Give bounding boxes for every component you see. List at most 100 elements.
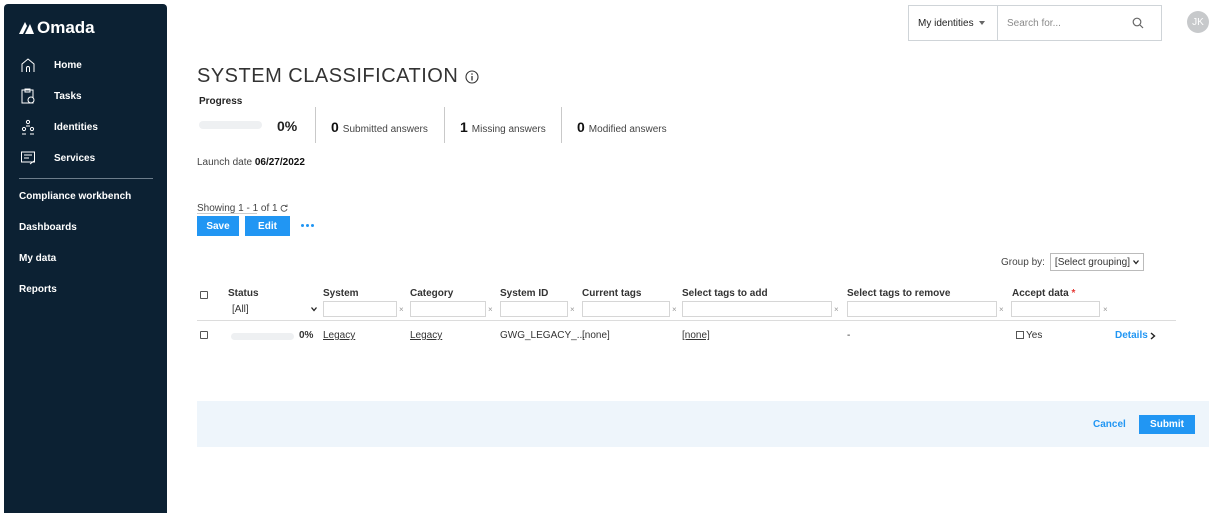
caret-down-icon [978,21,985,25]
omada-logo-icon [19,22,34,34]
column-header-accept-data[interactable]: Accept data * [1012,288,1075,299]
sidebar-link-dashboards[interactable]: Dashboards [19,222,77,233]
tasks-icon [21,88,35,104]
group-by-value: [Select grouping] [1054,256,1130,268]
current-tags-value: [none] [582,330,610,341]
stat-label: Submitted answers [342,124,428,135]
chevron-down-icon [311,307,317,312]
accept-data-yes-label: Yes [1026,330,1043,341]
stat-divider [561,107,562,143]
column-header-status[interactable]: Status [228,288,259,299]
tags-to-add-filter-clear-icon[interactable]: × [834,305,839,314]
brand-name: Omada [37,18,95,37]
tags-to-remove-value: - [847,330,851,341]
stat-divider [444,107,445,143]
launch-date: Launch date 06/27/2022 [197,157,305,168]
stat-count: 0 [577,119,585,135]
column-header-system[interactable]: System [323,288,359,299]
action-footer [197,401,1209,447]
info-icon[interactable] [465,69,479,84]
current-tags-filter-input[interactable] [582,301,670,317]
chevron-right-icon [1150,331,1156,340]
launch-date-value: 06/27/2022 [254,157,305,168]
accept-data-filter-input[interactable] [1011,301,1100,317]
system-id-filter-input[interactable] [500,301,568,317]
identities-icon [21,119,35,135]
tags-to-remove-filter-clear-icon[interactable]: × [999,305,1004,314]
omada-logo[interactable]: Omada [18,18,95,38]
column-header-tags-to-remove[interactable]: Select tags to remove [847,288,950,299]
save-button[interactable]: Save [197,216,239,236]
tags-to-add-link[interactable]: [none] [682,330,710,341]
sidebar-item-services[interactable]: Services [20,150,95,166]
stat-count: 1 [460,119,468,135]
system-link[interactable]: Legacy [323,330,355,341]
services-icon [21,151,35,165]
launch-date-label: Launch date [197,157,253,168]
search-icon[interactable] [1132,17,1144,29]
details-label: Details [1115,330,1148,341]
tags-to-add-filter-input[interactable] [682,301,832,317]
sidebar-item-home[interactable]: Home [20,57,82,73]
home-icon [21,58,35,72]
details-link[interactable]: Details [1115,330,1156,341]
refresh-icon[interactable] [280,204,288,212]
stat-modified: 0 Modified answers [577,119,667,135]
row-progress-bar [231,333,294,340]
accept-data-filter-clear-icon[interactable]: × [1103,305,1108,314]
more-options-icon[interactable] [301,224,314,227]
group-by-label: Group by: [1001,256,1045,268]
group-by-select[interactable]: [Select grouping] [1049,253,1144,271]
sidebar: Omada Home Tasks Identities Services Com… [4,4,167,513]
current-tags-filter-clear-icon[interactable]: × [672,305,677,314]
column-header-category[interactable]: Category [410,288,453,299]
required-marker: * [1071,288,1076,299]
select-all-checkbox[interactable] [200,291,208,299]
sidebar-link-my-data[interactable]: My data [19,253,56,264]
stat-label: Missing answers [471,124,546,135]
system-id-filter-clear-icon[interactable]: × [570,305,575,314]
showing-underline [197,213,257,214]
identities-dropdown[interactable]: My identities [908,5,998,41]
page-title: SYSTEM CLASSIFICATION [197,65,479,88]
column-header-tags-to-add[interactable]: Select tags to add [682,288,768,299]
status-filter-select[interactable]: [All] [224,302,319,316]
sidebar-item-identities[interactable]: Identities [20,119,98,135]
accept-data-label: Accept data [1012,288,1069,299]
progress-bar [199,121,262,129]
sidebar-link-compliance-workbench[interactable]: Compliance workbench [19,191,131,202]
system-filter-input[interactable] [323,301,397,317]
stat-submitted: 0 Submitted answers [331,119,428,135]
cancel-button[interactable]: Cancel [1093,419,1126,430]
sidebar-link-reports[interactable]: Reports [19,284,57,295]
edit-button[interactable]: Edit [245,216,290,236]
sidebar-divider [19,178,153,179]
sidebar-item-tasks[interactable]: Tasks [20,88,82,104]
category-link[interactable]: Legacy [410,330,442,341]
category-filter-input[interactable] [410,301,486,317]
row-checkbox[interactable] [200,331,208,339]
accept-data-checkbox[interactable] [1016,331,1024,339]
submit-button[interactable]: Submit [1139,415,1195,434]
column-header-current-tags[interactable]: Current tags [582,288,641,299]
stat-label: Modified answers [588,124,667,135]
progress-label: Progress [199,96,243,107]
category-filter-clear-icon[interactable]: × [488,305,493,314]
search-input[interactable]: Search for... [997,5,1162,41]
identities-dropdown-label: My identities [918,17,974,29]
system-id-value: GWG_LEGACY_... [500,330,586,341]
row-progress-percent: 0% [299,330,314,341]
avatar[interactable]: JK [1187,11,1209,33]
stat-missing: 1 Missing answers [460,119,546,135]
system-filter-clear-icon[interactable]: × [399,305,404,314]
search-placeholder: Search for... [1007,17,1061,29]
chevron-down-icon [1132,260,1139,265]
tags-to-remove-filter-input[interactable] [847,301,997,317]
sidebar-item-label: Tasks [54,90,82,102]
sidebar-item-label: Home [54,59,82,71]
column-header-system-id[interactable]: System ID [500,288,548,299]
header-divider [197,320,1176,321]
progress-percent: 0% [277,118,298,134]
stat-count: 0 [331,119,339,135]
page-title-text: SYSTEM CLASSIFICATION [197,65,459,87]
